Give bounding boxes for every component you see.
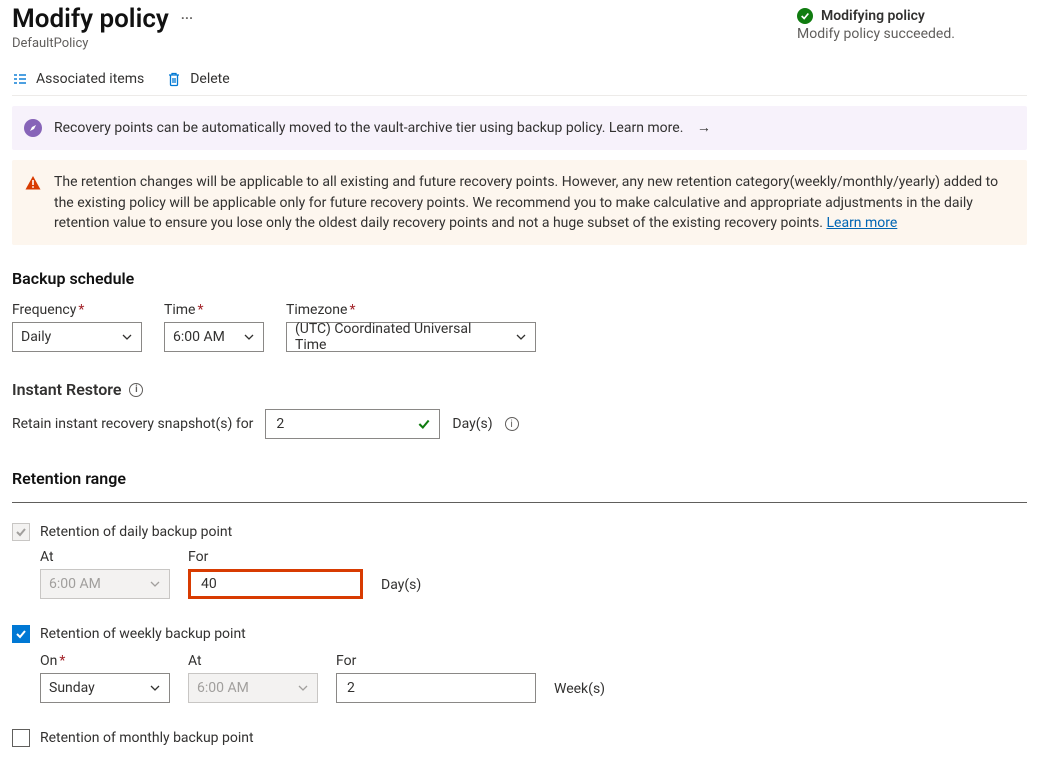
- list-icon: [12, 71, 28, 87]
- monthly-retention-label: Retention of monthly backup point: [40, 730, 254, 746]
- info-icon[interactable]: i: [129, 383, 143, 397]
- daily-for-input-field[interactable]: [199, 575, 352, 593]
- timezone-select[interactable]: (UTC) Coordinated Universal Time: [286, 322, 536, 352]
- daily-at-select: 6:00 AM: [40, 569, 170, 599]
- instant-restore-heading: Instant Restore: [12, 380, 121, 399]
- frequency-label: Frequency: [12, 302, 76, 318]
- instant-restore-value-input[interactable]: [265, 409, 440, 439]
- daily-at-value: 6:00 AM: [49, 576, 101, 592]
- frequency-select[interactable]: Daily: [12, 322, 142, 352]
- weekly-for-label: For: [336, 653, 536, 669]
- chevron-down-icon: [149, 682, 161, 694]
- daily-retention-checkbox: [12, 523, 30, 541]
- daily-at-label: At: [40, 549, 170, 565]
- weekly-for-input-field[interactable]: [345, 679, 527, 697]
- associated-items-label: Associated items: [36, 71, 144, 87]
- compass-icon: [24, 119, 42, 137]
- daily-unit: Day(s): [381, 577, 421, 593]
- chevron-down-icon: [297, 682, 309, 694]
- weekly-on-select[interactable]: Sunday: [40, 673, 170, 703]
- delete-label: Delete: [190, 71, 229, 87]
- time-value: 6:00 AM: [173, 329, 225, 345]
- chevron-down-icon: [121, 331, 133, 343]
- check-icon: [417, 417, 431, 431]
- weekly-for-input[interactable]: [336, 673, 536, 703]
- weekly-retention-label: Retention of weekly backup point: [40, 626, 246, 642]
- time-label: Time: [164, 302, 195, 318]
- delete-button[interactable]: Delete: [166, 71, 229, 87]
- daily-for-input[interactable]: [188, 569, 363, 599]
- section-divider: [12, 502, 1027, 503]
- arrow-right-icon[interactable]: →: [697, 120, 711, 136]
- retention-warning-banner: The retention changes will be applicable…: [12, 160, 1027, 245]
- time-select[interactable]: 6:00 AM: [164, 322, 264, 352]
- timezone-label: Timezone: [286, 302, 347, 318]
- weekly-at-value: 6:00 AM: [197, 680, 249, 696]
- weekly-unit: Week(s): [554, 681, 605, 697]
- weekly-on-value: Sunday: [49, 680, 95, 696]
- status-heading: Modifying policy: [821, 8, 925, 24]
- chevron-down-icon: [515, 331, 527, 343]
- weekly-on-label: On: [40, 653, 57, 669]
- instant-restore-label: Retain instant recovery snapshot(s) for: [12, 416, 253, 432]
- weekly-at-select: 6:00 AM: [188, 673, 318, 703]
- info-icon[interactable]: i: [505, 417, 519, 431]
- associated-items-button[interactable]: Associated items: [12, 71, 144, 87]
- retention-range-heading: Retention range: [12, 469, 1027, 488]
- page-title: Modify policy: [12, 4, 169, 34]
- status-message: Modify policy succeeded.: [797, 26, 1027, 42]
- chevron-down-icon: [149, 578, 161, 590]
- instant-restore-input-field[interactable]: [274, 415, 417, 433]
- monthly-retention-checkbox[interactable]: [12, 729, 30, 747]
- learn-more-link[interactable]: Learn more: [826, 215, 897, 231]
- weekly-retention-checkbox[interactable]: [12, 625, 30, 643]
- archive-tier-info-banner: Recovery points can be automatically mov…: [12, 106, 1027, 150]
- weekly-at-label: At: [188, 653, 318, 669]
- backup-schedule-heading: Backup schedule: [12, 269, 1027, 288]
- daily-retention-label: Retention of daily backup point: [40, 524, 232, 540]
- more-actions-button[interactable]: ···: [181, 11, 193, 27]
- policy-name-subtitle: DefaultPolicy: [12, 36, 193, 51]
- timezone-value: (UTC) Coordinated Universal Time: [295, 321, 505, 353]
- chevron-down-icon: [243, 331, 255, 343]
- instant-restore-unit: Day(s): [452, 416, 492, 432]
- info-banner-text: Recovery points can be automatically mov…: [54, 120, 683, 136]
- frequency-value: Daily: [21, 329, 51, 345]
- daily-for-label: For: [188, 549, 363, 565]
- warning-icon: [24, 174, 42, 192]
- trash-icon: [166, 71, 182, 87]
- success-icon: [797, 8, 813, 24]
